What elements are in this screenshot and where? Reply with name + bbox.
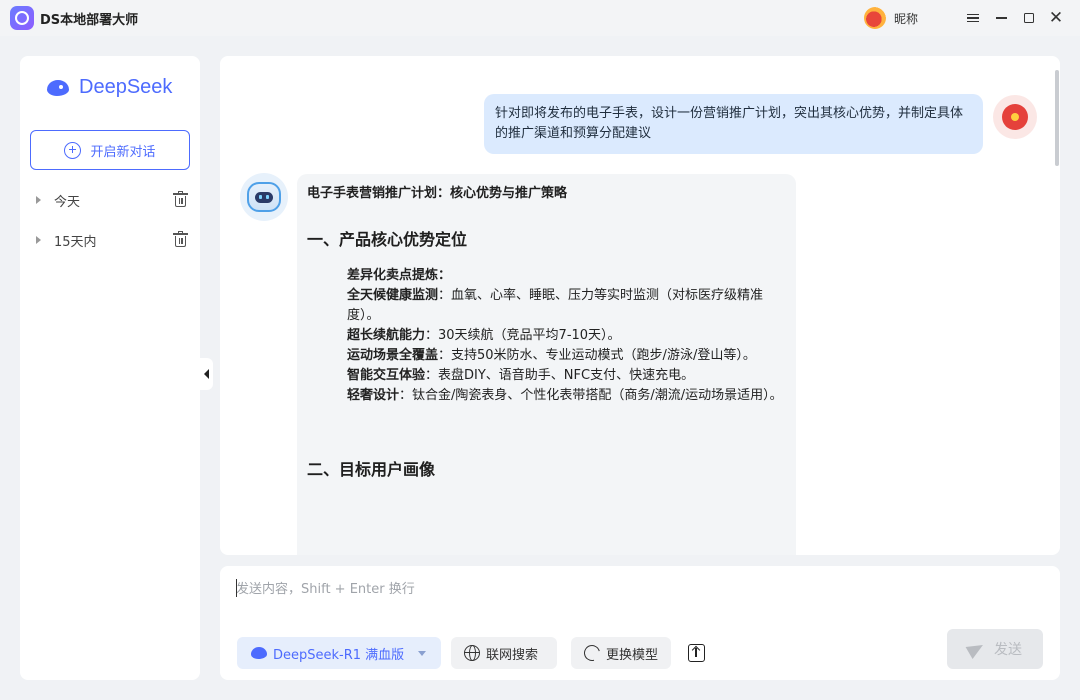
web-search-button[interactable]: 联网搜索 (451, 637, 557, 669)
web-search-label: 联网搜索 (486, 647, 539, 663)
app-title: DS本地部署大师 (40, 13, 139, 28)
send-button[interactable]: 发送 (947, 629, 1043, 669)
caret-left-icon (204, 369, 209, 379)
list-item: 运动场景全覆盖：支持50米防水、专业运动模式（跑步/游泳/登山等）。 (347, 348, 756, 363)
new-chat-button[interactable]: 开启新对话 (30, 130, 190, 170)
bot-avatar (240, 173, 288, 221)
user-avatar (993, 95, 1037, 139)
sidebar: DeepSeek 开启新对话 今天 15天内 (20, 56, 200, 680)
section-heading: 一、产品核心优势定位 (307, 230, 468, 249)
globe-icon (464, 645, 480, 661)
minimize-icon[interactable] (991, 8, 1011, 28)
close-icon[interactable]: ✕ (1046, 8, 1066, 28)
trash-icon[interactable] (173, 231, 188, 247)
list-item: 智能交互体验：表盘DIY、语音助手、NFC支付、快速充电。 (347, 368, 695, 383)
robot-icon (247, 182, 281, 212)
upload-icon[interactable] (688, 644, 705, 662)
send-label: 发送 (994, 642, 1022, 658)
advantage-list: 差异化卖点提炼： 全天候健康监测：血氧、心率、睡眠、压力等实时监测（对标医疗级精… (347, 266, 786, 406)
dropdown-arrow-icon (418, 650, 427, 656)
scrollbar[interactable] (1055, 70, 1059, 166)
deepseek-whale-icon (251, 647, 267, 659)
list-item: 全天候健康监测：血氧、心率、睡眠、压力等实时监测（对标医疗级精准度）。 (347, 288, 764, 323)
switch-model-button[interactable]: 更换模型 (571, 637, 671, 669)
sidebar-collapse-button[interactable] (200, 358, 213, 390)
history-group-15-days[interactable]: 15天内 (20, 225, 200, 255)
list-intro: 差异化卖点提炼： (347, 268, 452, 283)
message-input[interactable] (236, 579, 1016, 599)
send-plane-icon (965, 638, 987, 660)
history-group-label: 15天内 (54, 234, 97, 250)
bot-message-title: 电子手表营销推广计划：核心优势与推广策略 (307, 186, 568, 201)
user-message: 针对即将发布的电子手表，设计一份营销推广计划，突出其核心优势，并制定具体的推广渠… (484, 94, 983, 154)
history-group-label: 今天 (54, 194, 81, 210)
switch-model-label: 更换模型 (606, 647, 659, 663)
caret-right-icon (36, 236, 41, 244)
switch-icon (581, 642, 603, 664)
bot-message: 电子手表营销推广计划：核心优势与推广策略 一、产品核心优势定位 差异化卖点提炼：… (297, 174, 796, 555)
model-label: DeepSeek-R1 满血版 (273, 647, 405, 663)
title-bar: DS本地部署大师 昵称 ✕ (0, 0, 1080, 36)
text-cursor (236, 579, 237, 597)
app-logo-icon (10, 6, 34, 30)
whale-logo-icon (47, 77, 71, 99)
plus-circle-icon (64, 141, 82, 159)
deepseek-logo: DeepSeek (47, 76, 172, 99)
user-avatar-small[interactable] (864, 7, 886, 29)
list-item: 超长续航能力：30天续航（竞品平均7-10天）。 (347, 328, 621, 343)
nickname-label[interactable]: 昵称 (894, 10, 918, 27)
logo-text: DeepSeek (79, 76, 173, 98)
trash-icon[interactable] (173, 191, 188, 207)
menu-icon[interactable] (963, 8, 983, 28)
model-select[interactable]: DeepSeek-R1 满血版 (237, 637, 441, 669)
input-panel: DeepSeek-R1 满血版 联网搜索 更换模型 发送 (220, 566, 1060, 680)
chat-panel: 针对即将发布的电子手表，设计一份营销推广计划，突出其核心优势，并制定具体的推广渠… (220, 56, 1060, 555)
section-heading: 二、目标用户画像 (307, 460, 436, 479)
maximize-icon[interactable] (1019, 8, 1039, 28)
new-chat-label: 开启新对话 (90, 144, 156, 160)
list-item: 轻奢设计：钛合金/陶瓷表身、个性化表带搭配（商务/潮流/运动场景适用）。 (347, 388, 783, 403)
caret-right-icon (36, 196, 41, 204)
history-group-today[interactable]: 今天 (20, 185, 200, 215)
